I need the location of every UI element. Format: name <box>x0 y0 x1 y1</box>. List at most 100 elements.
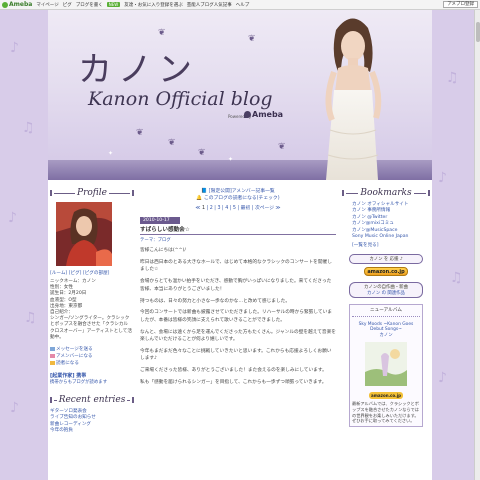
pagination: ≪ 1 | 2 | 3 | 4 | 5 | 最初 | 次ページ ≫ <box>195 206 281 211</box>
right-decoration-rail: ♫ ♪ ♫ ♪ <box>432 10 480 480</box>
entry-title[interactable]: すばらしい感動会☆ <box>140 224 336 235</box>
profile-actions: メッセージを送る アメンバーになる 読者になる <box>50 346 134 367</box>
butterfly-icon: ❦ <box>158 28 166 38</box>
sparkle-icon: ✦ <box>228 156 234 163</box>
entry-paragraph: ご来場くださった皆様、ありがとうございました！また会えるのを楽しみにしています。 <box>140 368 327 374</box>
ameba-top-bar: Ameba マイページ ピグ ブログを書く NEW 友達・お気に入り登録を選ぶ … <box>0 0 480 10</box>
become-amember-link[interactable]: アメンバーになる <box>50 353 134 360</box>
scrollbar-thumb[interactable] <box>476 22 480 42</box>
profile-line: クロスオーバー」アーティストとして活動中。 <box>50 328 132 340</box>
album-name[interactable]: Sky Moods ~Kanon Goes Debut Songs~ <box>352 322 420 332</box>
songs-pill-sub[interactable]: カノン の 関連作品 <box>350 290 422 296</box>
blog-header[interactable]: ❦ ❦ ❦ ❦ ❦ ❦ ✦ ✦ カノン Kanon Official blog … <box>48 10 432 180</box>
amember-list-link[interactable]: 📘 [限定公開]アメンバー記事一覧 <box>140 188 336 195</box>
album-box: ニューアルバム Sky Moods ~Kanon Goes Debut Song… <box>349 304 423 427</box>
profile-heading-text: Profile <box>77 188 107 198</box>
music-note-icon: ♪ <box>438 170 447 186</box>
reader-icon: 🔔 <box>196 196 203 201</box>
page-link[interactable]: 1 <box>202 206 205 211</box>
topbar-promo[interactable]: 芸能人ブログ人気記事 <box>187 2 232 8</box>
left-sidebar: Profile [ルーム] [ピグ] [ピグの部屋] ニックネーム：カノン 性別… <box>50 188 135 435</box>
main-column: 📘 [限定公開]アメンバー記事一覧 🔔 このブログの読者になる(チェック) ≪ … <box>140 188 336 391</box>
album-cover[interactable] <box>365 342 407 387</box>
send-message-link[interactable]: メッセージを送る <box>50 346 134 353</box>
page-link[interactable]: 3 <box>217 206 220 211</box>
music-note-icon: ♪ <box>10 400 19 416</box>
bookmark-list-link[interactable]: [一覧を見る] <box>342 242 430 248</box>
mobile-subtitle[interactable]: 携帯からもブログが読めます <box>50 379 134 385</box>
amember-list-label: [限定公開]アメンバー記事一覧 <box>208 189 275 194</box>
entry-paragraph: 今回のコンサートでは新曲も披露させていただきました。リハーサルの時から緊張してい… <box>140 310 332 323</box>
music-note-icon: ♪ <box>10 40 19 56</box>
ameba-leaf-icon <box>2 1 8 8</box>
header-ameba-logo: Ameba <box>244 110 283 119</box>
butterfly-icon: ❦ <box>168 138 176 148</box>
entry-date: 2010-10-17 <box>140 217 180 224</box>
subscribe-link[interactable]: 🔔 このブログの読者になる(チェック) <box>140 195 336 202</box>
entry-paragraph: 会場からとても温かい拍手をいただき、感動で胸がいっぱいになりました。来てくださっ… <box>140 279 332 292</box>
music-note-icon: ♫ <box>22 120 35 136</box>
entry-paragraph: 皆様こんにちは(^^)/ <box>140 248 186 253</box>
profile-links[interactable]: [ルーム] [ピグ] [ピグの部屋] <box>50 270 134 276</box>
mobile-title[interactable]: [起業作家] 携帯 <box>50 372 134 379</box>
mail-icon <box>50 346 55 351</box>
ameba-logo[interactable]: Ameba <box>2 1 32 8</box>
bookmarks-heading: Bookmarks <box>342 188 430 198</box>
recent-entries-heading: Recent entries <box>50 395 135 405</box>
topbar-link-mypage[interactable]: マイページ <box>36 2 58 8</box>
butterfly-icon: ❦ <box>278 142 286 152</box>
bookmarks-heading-text: Bookmarks <box>360 188 412 198</box>
send-message-label: メッセージを送る <box>56 347 93 353</box>
pager-next[interactable]: 次ページ ≫ <box>255 206 281 211</box>
music-note-icon: ♫ <box>446 70 459 86</box>
support-pill: カノン を 応援 ♪ <box>349 254 423 265</box>
topbar-link-write[interactable]: ブログを書く <box>76 2 103 8</box>
page-link[interactable]: 2 <box>210 206 213 211</box>
page-link[interactable]: 4 <box>225 206 228 211</box>
butterfly-icon: ❦ <box>136 128 144 138</box>
album-amazon-button[interactable]: amazon.co.jp <box>369 392 403 400</box>
header-ameba-text: Ameba <box>252 110 284 119</box>
album-box-title: ニューアルバム <box>370 308 402 314</box>
subscribe-label: このブログの読者になる(チェック) <box>203 196 280 201</box>
amazon-button[interactable]: amazon.co.jp <box>364 267 408 277</box>
profile-line: とポップスを融合させた「クラシカル <box>50 322 129 328</box>
bookmark-links: カノン オフィシャルサイト カノン 事務所情報 カノン @Twitter カノン… <box>342 202 430 240</box>
bookmark-link[interactable]: Sony Music Online Japan <box>352 234 430 240</box>
pager-prev[interactable]: ≪ <box>195 206 200 211</box>
topbar-notice[interactable]: 友達・お気に入り登録を選ぶ <box>124 2 183 8</box>
music-note-icon: ♫ <box>450 270 463 286</box>
page-scrollbar[interactable] <box>474 10 480 480</box>
blog-subtitle: Kanon Official blog <box>88 88 273 110</box>
become-reader-label: 読者になる <box>56 361 79 367</box>
ameba-logo-text: Ameba <box>9 1 33 8</box>
become-reader-link[interactable]: 読者になる <box>50 360 134 367</box>
entry-paragraph: なんと、会場には遠くから足を運んでくださった方もたくさん。ジャンルの壁を越えて音… <box>140 329 336 343</box>
entry-paragraph: 私も「感動を届けられるシンガー」を目指して、これからも一歩ずつ頑張っていきます。 <box>140 380 327 386</box>
artist-photo <box>325 18 382 180</box>
pager-first[interactable]: 最初 <box>241 206 251 211</box>
music-note-icon: ♪ <box>438 370 447 386</box>
music-note-icon: ♫ <box>24 310 37 326</box>
left-decoration-rail: ♪ ♫ ♪ ♫ ♪ <box>0 10 48 480</box>
reader-icon <box>50 360 55 365</box>
recent-entry[interactable]: 今年の抱負 <box>50 428 134 434</box>
profile-details: ニックネーム：カノン 性別：女性 誕生日：2月20日 血液型：O型 出身地：東京… <box>50 279 134 341</box>
profile-heading: Profile <box>50 188 135 198</box>
album-artist: カノン <box>379 333 393 339</box>
music-note-icon: ♪ <box>8 210 17 226</box>
sparkle-icon: ✦ <box>108 150 114 157</box>
blog-page: ❦ ❦ ❦ ❦ ❦ ❦ ✦ ✦ カノン Kanon Official blog … <box>48 10 432 480</box>
profile-photo[interactable] <box>56 202 112 266</box>
topbar-help[interactable]: ヘルプ <box>236 2 250 8</box>
butterfly-icon: ❦ <box>248 34 256 44</box>
entry-paragraph: 昨日は西日本のとある大きなホールで、はじめて本格的なクラシックのコンサートを開催… <box>140 259 332 273</box>
ameba-leaf-icon <box>244 111 251 118</box>
topbar-register-button[interactable]: アメブロ登録 <box>443 1 478 8</box>
songs-pill: カノンの自作曲・新曲 カノン の 関連作品 <box>349 282 423 299</box>
recent-entries-list: ギターソロ発表会 ライブ告知のお知らせ 新曲レコーディング 今年の抱負 <box>50 409 134 435</box>
blog-title: カノン <box>78 50 198 90</box>
entry-theme[interactable]: テーマ：ブログ <box>140 237 336 243</box>
topbar-link-pigg[interactable]: ピグ <box>63 2 72 8</box>
page-link[interactable]: 5 <box>233 206 236 211</box>
